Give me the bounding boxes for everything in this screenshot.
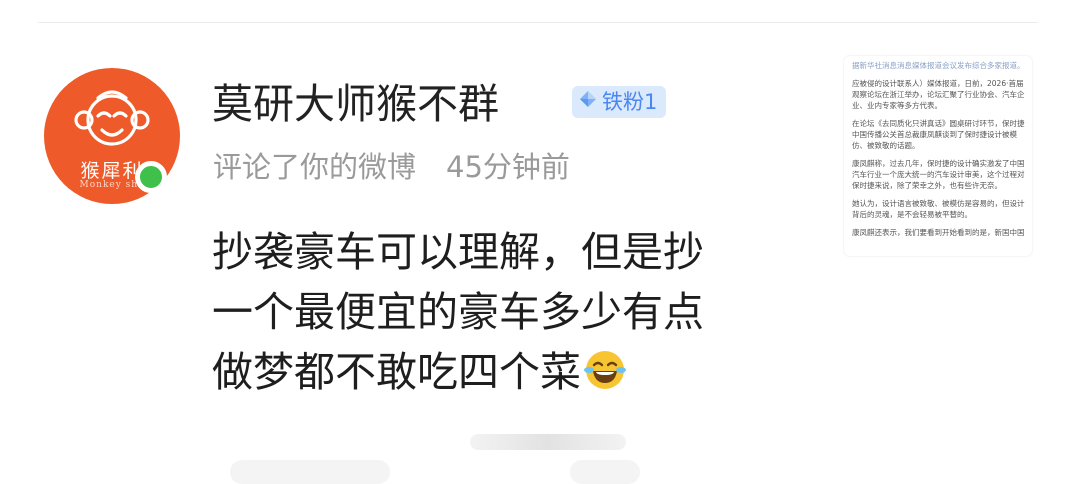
fan-badge[interactable]: 铁粉1 (572, 86, 667, 118)
comment-line-1: 抄袭豪车可以理解，但是抄 (212, 228, 704, 276)
faded-placeholder-bar (470, 434, 626, 450)
thumb-paragraph: 在论坛《去同质化只讲真话》圆桌研讨环节，保时捷中国传播公关首总裁康凤麒谈到了保时… (852, 119, 1025, 150)
comment-line-2: 一个最便宜的豪车多少有点 (212, 288, 704, 336)
fan-badge-label: 铁粉1 (602, 90, 658, 114)
top-divider (38, 22, 1038, 23)
joy-tears-emoji-icon (583, 348, 627, 408)
username[interactable]: 莫研大师猴不群 (212, 76, 499, 132)
comment-meta: 评论了你的微博 45分钟前 (213, 146, 570, 188)
timestamp: 45分钟前 (446, 150, 570, 184)
weibo-post-thumbnail[interactable]: 据新华社消息消息媒体报道会议发布综合多家报道。 应被侵的设计联系人）媒体报道，日… (844, 56, 1032, 256)
online-status-dot (135, 161, 167, 193)
comment-text: 抄袭豪车可以理解，但是抄 一个最便宜的豪车多少有点 做梦都不敢吃四个菜 (212, 222, 822, 408)
thumb-paragraph: 康凤麒还表示，我们要看到开始看到的是，新国中国 (852, 228, 1025, 237)
thumb-paragraph: 据新华社消息消息媒体报道会议发布综合多家报道。 (852, 61, 1025, 70)
thumb-paragraph: 康凤麒称，过去几年，保时捷的设计确实激发了中国汽车行业一个庞大统一的汽车设计审美… (852, 159, 1025, 190)
bottom-action-pill[interactable] (570, 460, 640, 484)
diamond-icon (578, 86, 598, 118)
bottom-action-pill[interactable] (230, 460, 390, 484)
comment-line-3-text: 做梦都不敢吃四个菜 (212, 348, 581, 396)
thumb-paragraph: 她认为，设计语言被致敬、被模仿是容易的，但设计背后的灵魂，是不会轻易被平替的。 (852, 199, 1025, 219)
action-text: 评论了你的微博 (213, 150, 417, 184)
comment-line-3: 做梦都不敢吃四个菜 (212, 342, 822, 408)
thumb-paragraph: 应被侵的设计联系人）媒体报道，日前，2026·首届观察论坛在浙江举办，论坛汇聚了… (852, 79, 1025, 110)
